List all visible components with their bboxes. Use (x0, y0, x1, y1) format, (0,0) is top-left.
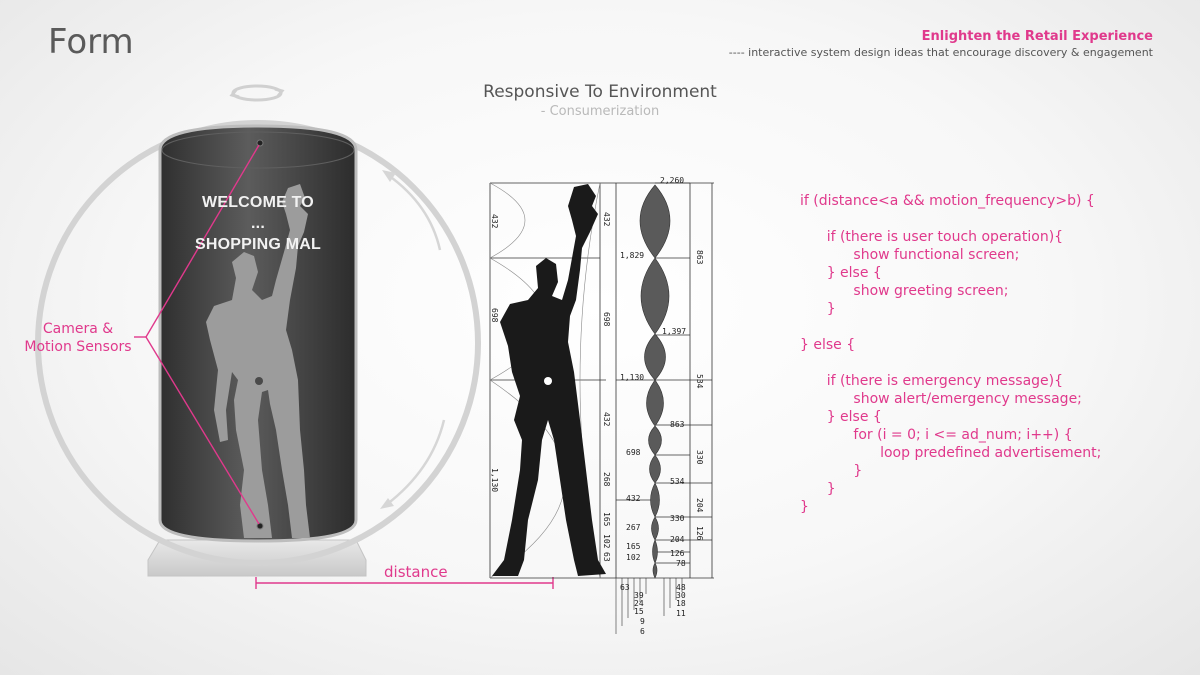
code-line: } (800, 301, 836, 317)
camera-sensor-bottom (256, 522, 264, 530)
modulor-label: 1,829 (620, 251, 644, 260)
code-line: } else { (800, 265, 882, 281)
code-line: if (distance<a && motion_frequency>b) { (800, 193, 1095, 209)
modulor-label: 1,130 (490, 468, 499, 492)
modulor-label: 11 (676, 609, 686, 618)
modulor-label: 204 (670, 535, 685, 544)
modulor-label: 698 (490, 308, 499, 323)
modulor-label: 204 (695, 498, 704, 513)
modulor-label: 102 (602, 534, 611, 549)
code-line: for (i = 0; i <= ad_num; i++) { (800, 427, 1073, 443)
modulor-label: 126 (695, 526, 704, 541)
section-subtitle: - Consumerization (540, 104, 660, 119)
modulor-label: 18 (676, 599, 686, 608)
modulor-label: 863 (695, 250, 704, 265)
modulor-label: 9 (640, 617, 645, 626)
header-title: Enlighten the Retail Experience (921, 29, 1153, 44)
modulor-label: 165 (626, 542, 641, 551)
modulor-label: 534 (695, 374, 704, 389)
modulor-label: 1,397 (662, 327, 686, 336)
code-line: } (800, 463, 863, 479)
modulor-label: 267 (626, 523, 641, 532)
modulor-label: 330 (670, 514, 685, 523)
welcome-line: ... (251, 215, 265, 232)
code-line: show alert/emergency message; (800, 391, 1082, 407)
modulor-label: 330 (695, 450, 704, 465)
modulor-label: 2,260 (660, 176, 684, 185)
modulor-label: 1,130 (620, 373, 644, 382)
code-line: } else { (800, 337, 856, 353)
welcome-line: WELCOME TO (202, 194, 314, 211)
welcome-line: SHOPPING MAL (195, 236, 321, 253)
modulor-diagram: 432 698 1,130 432 698 432 268 165 102 63 863 534 330… (489, 176, 714, 636)
modulor-label: 268 (602, 472, 611, 487)
code-line: if (there is emergency message){ (800, 373, 1064, 389)
code-line: } (800, 499, 809, 515)
section-title: Responsive To Environment (483, 82, 717, 102)
code-line: loop predefined advertisement; (800, 445, 1102, 461)
code-line: show greeting screen; (800, 283, 1009, 299)
motion-arrow-icon (380, 170, 446, 509)
modulor-label: 63 (620, 583, 630, 592)
modulor-label: 432 (602, 212, 611, 227)
pseudo-code-block: if (distance<a && motion_frequency>b) { … (800, 192, 1101, 516)
header-subtitle: ---- interactive system design ideas tha… (728, 46, 1153, 59)
modulor-label: 78 (676, 559, 686, 568)
kiosk-welcome-text: WELCOME TO ... SHOPPING MAL (168, 192, 348, 255)
modulor-label: 165 (602, 512, 611, 527)
sensor-label-line: Motion Sensors (24, 339, 132, 355)
code-line: show functional screen; (800, 247, 1020, 263)
modulor-label: 698 (626, 448, 641, 457)
sensor-label-line: Camera & (42, 321, 114, 337)
modulor-label: 102 (626, 553, 641, 562)
modulor-label: 698 (602, 312, 611, 327)
modulor-label: 432 (490, 214, 499, 229)
code-line: if (there is user touch operation){ (800, 229, 1064, 245)
code-line: } else { (800, 409, 882, 425)
rotate-arrow-icon (229, 84, 285, 102)
modulor-label: 63 (602, 552, 611, 562)
distance-label: distance (384, 563, 448, 581)
kiosk-base (147, 539, 367, 577)
modulor-label: 534 (670, 477, 685, 486)
modulor-label: 432 (626, 494, 641, 503)
page-title: Form (48, 22, 134, 62)
modulor-label: 863 (670, 420, 685, 429)
camera-sensor-top (256, 139, 264, 147)
modulor-label: 6 (640, 627, 645, 636)
sensor-label: Camera & Motion Sensors (18, 320, 138, 356)
modulor-label: 15 (634, 607, 644, 616)
modulor-label: 126 (670, 549, 685, 558)
modulor-label: 432 (602, 412, 611, 427)
code-line: } (800, 481, 836, 497)
